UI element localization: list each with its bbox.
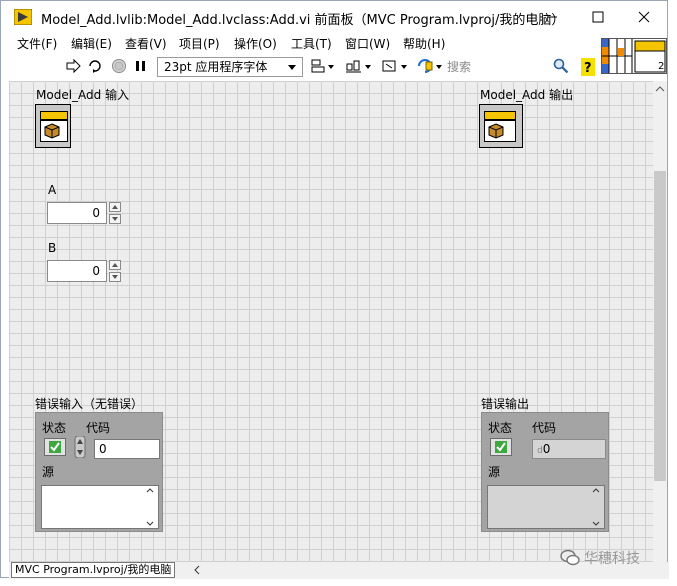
chevron-down-icon	[288, 65, 296, 70]
scroll-up-icon[interactable]	[653, 83, 667, 95]
cluster-title-bar	[484, 111, 516, 120]
error-out-status-label: 状态	[488, 421, 513, 435]
menu-help[interactable]: 帮助(H)	[403, 35, 445, 52]
error-out-source-field	[487, 485, 605, 529]
error-in-code-label: 代码	[86, 421, 111, 435]
source-scroll-arrows[interactable]	[590, 488, 602, 526]
font-select-value: 23pt 应用程序字体	[164, 60, 268, 74]
scroll-down-icon[interactable]	[592, 521, 600, 526]
output-cluster-indicator[interactable]	[479, 104, 523, 148]
check-mark-icon	[495, 441, 507, 453]
decrement-icon[interactable]	[109, 214, 121, 224]
menu-tools[interactable]: 工具(T)	[291, 35, 332, 52]
reorder-icon[interactable]	[417, 58, 443, 74]
error-in-cluster[interactable]: 状态 代码 0 源	[35, 412, 163, 532]
resize-objects-icon[interactable]	[381, 58, 409, 74]
error-in-label: 错误输入（无错误）	[35, 397, 144, 411]
abort-stop-icon[interactable]	[111, 58, 127, 74]
watermark-text: 华穗科技	[584, 551, 640, 567]
control-a-input[interactable]: 0	[47, 202, 107, 224]
menu-view[interactable]: 查看(V)	[125, 35, 167, 52]
error-in-source-field[interactable]	[41, 485, 159, 529]
wechat-icon	[560, 549, 580, 566]
search-input[interactable]: 搜索	[445, 57, 575, 77]
check-mark-icon	[49, 441, 61, 453]
increment-icon[interactable]	[109, 260, 121, 270]
svg-text:?: ?	[584, 61, 592, 76]
scroll-left-icon[interactable]	[193, 565, 201, 575]
title-bar: Model_Add.lvlib:Model_Add.lvclass:Add.vi…	[1, 1, 667, 33]
error-out-cluster[interactable]: 状态 代码 d0 源	[481, 412, 609, 532]
scroll-down-icon[interactable]	[146, 521, 154, 526]
maximize-icon	[592, 11, 604, 23]
control-b-input[interactable]: 0	[47, 260, 107, 282]
decrement-icon[interactable]	[109, 272, 121, 282]
maximize-button[interactable]	[575, 1, 621, 33]
increment-icon[interactable]	[109, 202, 121, 212]
run-arrow-icon[interactable]	[65, 58, 81, 74]
error-out-code-value: 0	[542, 442, 551, 456]
error-in-status-toggle[interactable]	[44, 438, 66, 456]
error-in-source-label: 源	[42, 465, 55, 479]
error-out-code-indicator: d0	[532, 439, 606, 459]
output-cluster-label: Model_Add 输出	[480, 88, 574, 102]
control-b-label: B	[48, 241, 57, 255]
font-select[interactable]: 23pt 应用程序字体	[157, 57, 303, 77]
control-b-spinner[interactable]	[109, 260, 121, 282]
connector-pane[interactable]: 2	[601, 38, 667, 74]
input-cluster-label: Model_Add 输入	[36, 88, 130, 102]
cluster-title-bar	[40, 111, 68, 120]
minimize-button[interactable]	[529, 1, 575, 33]
connector-pane-icon: 2	[602, 39, 666, 73]
error-out-source-label: 源	[488, 465, 501, 479]
status-bar-path: MVC Program.lvproj/我的电脑	[11, 562, 176, 578]
menu-file[interactable]: 文件(F)	[17, 35, 57, 52]
menu-operate[interactable]: 操作(O)	[234, 35, 277, 52]
menu-bar: 文件(F) 编辑(E) 查看(V) 项目(P) 操作(O) 工具(T) 窗口(W…	[1, 33, 601, 53]
vertical-scroll-thumb[interactable]	[654, 171, 666, 481]
close-icon	[638, 11, 650, 23]
error-in-status-label: 状态	[42, 421, 67, 435]
input-cluster-control[interactable]	[35, 104, 71, 148]
align-objects-icon[interactable]	[310, 58, 336, 74]
error-out-code-label: 代码	[532, 421, 557, 435]
class-cube-icon	[488, 123, 504, 139]
pause-icon[interactable]	[134, 58, 148, 74]
scroll-up-icon[interactable]	[146, 488, 154, 493]
close-button[interactable]	[621, 1, 667, 33]
menu-project[interactable]: 项目(P)	[179, 35, 220, 52]
window-title: Model_Add.lvlib:Model_Add.lvclass:Add.vi…	[41, 13, 565, 28]
minimize-icon	[547, 16, 557, 18]
labview-front-panel-window: Model_Add.lvlib:Model_Add.lvclass:Add.vi…	[0, 0, 669, 579]
connector-number: 2	[658, 61, 664, 72]
source-scroll-arrows[interactable]	[144, 488, 156, 526]
distribute-objects-icon[interactable]	[345, 58, 373, 74]
watermark: 华穗科技	[560, 546, 677, 570]
labview-app-icon	[14, 9, 32, 25]
error-in-code-input[interactable]: 0	[94, 439, 160, 459]
error-out-status-indicator	[490, 438, 512, 456]
control-a-spinner[interactable]	[109, 202, 121, 224]
code-spinner-icon[interactable]	[74, 436, 86, 458]
run-continuously-icon[interactable]	[87, 58, 103, 74]
menu-edit[interactable]: 编辑(E)	[71, 35, 112, 52]
error-out-label: 错误输出	[481, 397, 530, 411]
menu-window[interactable]: 窗口(W)	[345, 35, 390, 52]
scroll-up-icon[interactable]	[592, 488, 600, 493]
control-a-label: A	[48, 183, 57, 197]
class-cube-icon	[44, 123, 60, 139]
context-help-icon[interactable]: ?	[581, 58, 595, 76]
